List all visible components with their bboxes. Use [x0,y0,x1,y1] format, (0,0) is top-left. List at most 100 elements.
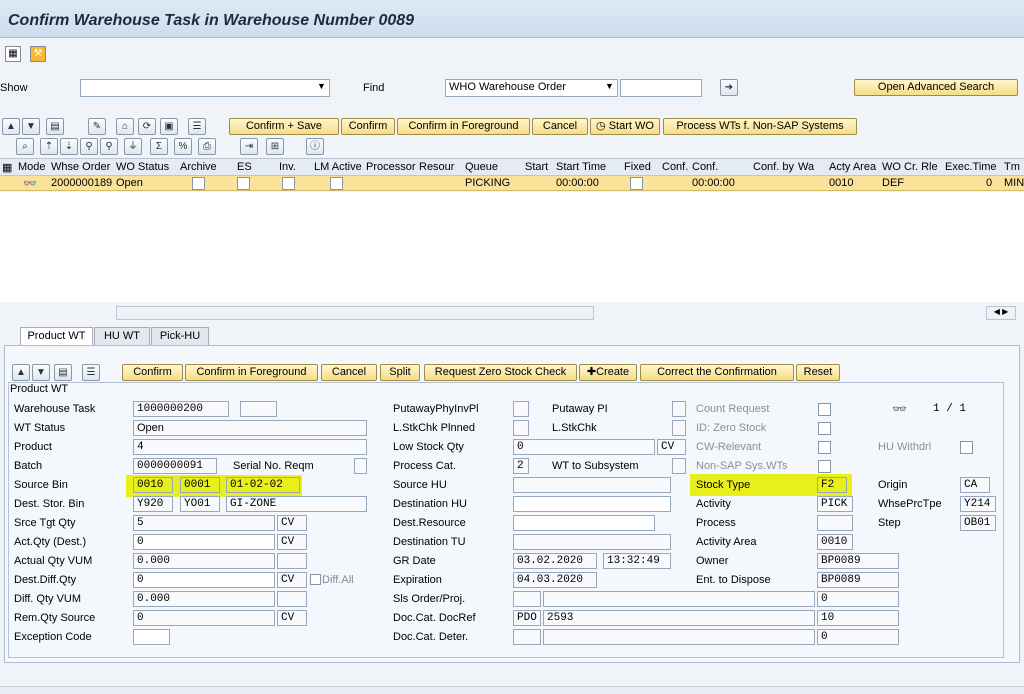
col-whse-order[interactable]: Whse Order [51,161,110,173]
fixed-checkbox[interactable] [630,177,643,190]
split-button[interactable]: Split [380,364,420,381]
srce-tgt-uom[interactable]: CV [277,515,307,531]
correct-confirmation-button[interactable]: Correct the Confirmation [640,364,794,381]
col-wo-cr-rle[interactable]: WO Cr. Rle [882,161,938,173]
detail-confirm-button[interactable]: Confirm [122,364,183,381]
hu-withdrl-checkbox[interactable] [960,441,973,454]
list-icon[interactable]: ☰ [188,118,206,135]
export-icon[interactable]: ⇥ [240,138,258,155]
scroll-up-icon[interactable]: ▲ [2,118,20,135]
es-checkbox[interactable] [237,177,250,190]
lm-active-checkbox[interactable] [330,177,343,190]
source-bin-field[interactable]: 01-02-02 [226,477,300,493]
col-lm-active[interactable]: LM Active [314,161,362,173]
info-icon[interactable]: ⓘ [306,138,324,155]
show-select[interactable] [80,79,330,97]
detail-cancel-button[interactable]: Cancel [321,364,377,381]
act-qty-uom[interactable]: CV [277,534,307,550]
warehouse-task-item-field[interactable] [240,401,277,417]
wt-subsystem-field[interactable] [672,458,686,474]
sort-asc-icon[interactable]: ⇡ [40,138,58,155]
col-exec-time[interactable]: Exec.Time [945,161,997,173]
diff-vum-uom[interactable] [277,591,307,607]
dest-tu-field[interactable] [513,534,671,550]
edit-icon[interactable]: ✎ [88,118,106,135]
gr-time-field[interactable]: 13:32:49 [603,553,671,569]
doc-deter-item-field[interactable]: 0 [817,629,899,645]
dest-bin-warehouse[interactable]: Y920 [133,496,173,512]
scroll-arrows-icon[interactable]: ◀ ▶ [986,306,1016,320]
source-bin-type[interactable]: 0001 [180,477,220,493]
diff-all-checkbox[interactable] [310,574,321,585]
activity-area-field[interactable]: 0010 [817,534,853,550]
ent-dispose-field[interactable]: BP0089 [817,572,899,588]
batch-field[interactable]: 0000000091 [133,458,217,474]
details-icon[interactable]: ▤ [46,118,64,135]
search-icon[interactable]: ⚲ [80,138,98,155]
scroll-down-icon[interactable]: ▼ [22,118,40,135]
dest-resource-field[interactable] [513,515,655,531]
search-next-icon[interactable]: ⚲ [100,138,118,155]
confirm-button[interactable]: Confirm [341,118,395,135]
request-zero-stock-button[interactable]: Request Zero Stock Check [424,364,577,381]
find-input[interactable] [620,79,702,97]
serial-field[interactable] [354,458,367,474]
diff-vum-field[interactable]: 0.000 [133,591,275,607]
doc-deter-field-1[interactable] [513,629,541,645]
hierarchy-icon[interactable]: ⌂ [116,118,134,135]
col-inv[interactable]: Inv. [279,161,296,173]
detail-confirm-foreground-button[interactable]: Confirm in Foreground [185,364,318,381]
print-icon[interactable]: ⎙ [198,138,216,155]
cw-relevant-checkbox[interactable] [818,441,831,454]
doc-item-field[interactable]: 10 [817,610,899,626]
find-icon[interactable]: ⌕ [16,138,34,155]
chevron-down-icon[interactable]: ▼ [605,81,614,91]
srce-tgt-field[interactable]: 5 [133,515,275,531]
lstkchk-planned-field[interactable] [513,420,529,436]
activity-field[interactable]: PICK [817,496,853,512]
doc-ref-field[interactable]: 2593 [543,610,815,626]
tab-product-wt[interactable]: Product WT [20,327,93,345]
product-field[interactable]: 4 [133,439,367,455]
wt-status-field[interactable]: Open [133,420,367,436]
find-select[interactable]: WHO Warehouse Order [445,79,618,97]
execute-search-icon[interactable]: ➜ [720,79,738,96]
inv-checkbox[interactable] [282,177,295,190]
col-conf[interactable]: Conf. [662,161,688,173]
sum-icon[interactable]: Σ [150,138,168,155]
process-cat-field[interactable]: 2 [513,458,529,474]
list-icon[interactable]: ☰ [82,364,100,381]
col-wa[interactable]: Wa [798,161,814,173]
count-request-checkbox[interactable] [818,403,831,416]
sls-order-field-1[interactable] [513,591,541,607]
putaway-phys-field[interactable] [513,401,529,417]
origin-field[interactable]: CA [960,477,990,493]
step-field[interactable]: OB01 [960,515,996,531]
col-start-time[interactable]: Start Time [556,161,606,173]
subtotal-icon[interactable]: % [174,138,192,155]
warehouse-task-field[interactable]: 1000000200 [133,401,229,417]
doc-cat-field[interactable]: PDO [513,610,541,626]
sls-order-field-2[interactable] [543,591,815,607]
low-stock-uom[interactable]: CV [657,439,686,455]
putaway-pi-field[interactable] [672,401,686,417]
chevron-down-icon[interactable]: ▼ [317,81,326,91]
dest-diff-field[interactable]: 0 [133,572,275,588]
dest-diff-uom[interactable]: CV [277,572,307,588]
col-wo-status[interactable]: WO Status [116,161,169,173]
non-sap-checkbox[interactable] [818,460,831,473]
rem-qty-field[interactable]: 0 [133,610,275,626]
dest-bin-type[interactable]: YO01 [180,496,220,512]
lstkchk-field[interactable] [672,420,686,436]
archive-checkbox[interactable] [192,177,205,190]
sls-order-item-field[interactable]: 0 [817,591,899,607]
low-stock-field[interactable]: 0 [513,439,655,455]
col-conf-by[interactable]: Conf. by [753,161,794,173]
tab-hu-wt[interactable]: HU WT [94,327,150,345]
whse-prc-field[interactable]: Y214 [960,496,996,512]
display-icon[interactable]: ▦ [5,46,21,62]
actual-vum-uom[interactable] [277,553,307,569]
tools-icon[interactable]: ⚒ [30,46,46,62]
save-icon[interactable]: ▣ [160,118,178,135]
col-acty-area[interactable]: Acty Area [829,161,876,173]
